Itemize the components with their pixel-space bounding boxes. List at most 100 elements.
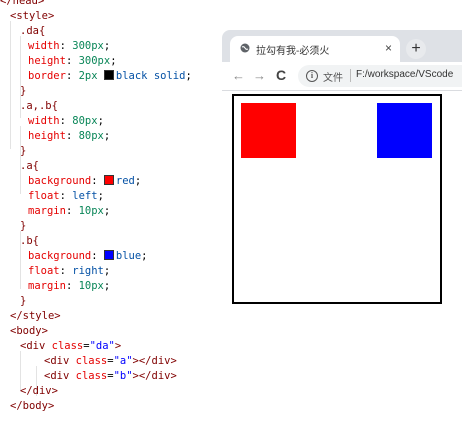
color-swatch-icon[interactable] (103, 175, 114, 185)
code-token: ></ (132, 355, 152, 367)
code-line: background: blue; (28, 249, 148, 264)
code-line: .b{ (20, 234, 39, 249)
code-token: div (26, 340, 52, 352)
code-line: <style> (10, 9, 54, 24)
browser-tab[interactable]: 拉勾有我-必须火 × (230, 36, 400, 62)
browser-window: 拉勾有我-必须火 × + ← → C i 文件 F:/workspace/VSc… (222, 30, 462, 439)
code-token: ; (103, 40, 111, 52)
code-token: div (151, 370, 171, 382)
code-line: } (20, 144, 26, 159)
code-line: } (20, 219, 26, 234)
code-token: body (22, 400, 48, 412)
code-token: : (65, 205, 79, 217)
code-token: } (20, 295, 27, 307)
code-token: div (50, 355, 76, 367)
code-token: border (28, 70, 66, 82)
code-token: class (75, 370, 108, 382)
red-box-a (241, 103, 296, 158)
code-token: body (16, 325, 42, 337)
code-token: : (59, 115, 73, 127)
code-token: </ (20, 385, 33, 397)
code-line: background: red; (28, 174, 141, 189)
code-token: "b" (113, 370, 133, 382)
code-token: background (28, 250, 92, 262)
code-token: ; (141, 250, 148, 262)
code-token: .a{ (20, 160, 39, 172)
code-token: ; (110, 55, 117, 67)
code-line: </body> (10, 399, 54, 414)
code-line: <body> (10, 324, 48, 339)
code-line: .da{ (20, 24, 45, 39)
code-token: ; (97, 115, 104, 127)
indent-guide (10, 21, 11, 149)
code-token: : (65, 55, 79, 67)
code-line: } (20, 294, 26, 309)
code-line: height: 300px; (28, 54, 117, 69)
code-token: ; (103, 265, 111, 277)
code-token: ></ (132, 370, 152, 382)
code-token: </ (0, 0, 13, 7)
color-swatch-icon[interactable] (103, 250, 114, 260)
tab-title: 拉勾有我-必须火 (256, 46, 330, 57)
new-tab-button[interactable]: + (406, 39, 426, 59)
info-icon[interactable]: i (306, 70, 318, 82)
code-token: 300px (78, 55, 111, 67)
code-line: <div class="b"></div> (44, 369, 177, 384)
code-line: float: left; (28, 189, 104, 204)
code-line: } (20, 84, 26, 99)
code-token: : (65, 130, 79, 142)
code-token: width (28, 115, 60, 127)
address-separator (350, 69, 351, 82)
code-token: > (54, 310, 61, 322)
code-token: .da{ (20, 25, 46, 37)
code-token: > (114, 340, 122, 352)
code-token: > (47, 10, 55, 22)
code-line: <div class="a"></div> (44, 354, 177, 369)
close-icon[interactable]: × (385, 41, 392, 55)
code-token: right (72, 265, 104, 277)
code-token: style (16, 10, 48, 22)
code-token: width (28, 40, 60, 52)
code-token: height (28, 55, 66, 67)
code-token: : (59, 265, 73, 277)
code-token: } (20, 145, 27, 157)
browser-toolbar: ← → C i 文件 F:/workspace/VScode (222, 62, 462, 91)
code-token: ; (185, 70, 192, 82)
code-line: float: right; (28, 264, 110, 279)
code-token: "a" (113, 355, 133, 367)
code-token: black solid (115, 70, 186, 82)
code-token: head (12, 0, 38, 7)
code-token: red (115, 175, 135, 187)
code-token: } (20, 85, 27, 97)
reload-icon[interactable]: C (276, 67, 286, 83)
code-line: border: 2px black solid; (28, 69, 192, 84)
code-token: </ (10, 400, 23, 412)
blue-box-b (377, 103, 432, 158)
code-token: > (170, 370, 177, 382)
back-arrow-icon[interactable]: ← (232, 68, 245, 83)
code-editor[interactable]: </head> <style> .da{width: 300px; height: 3… (0, 0, 222, 439)
code-token: background (28, 175, 92, 187)
address-bar[interactable]: i 文件 F:/workspace/VScode (298, 65, 462, 87)
code-token: 80px (78, 130, 104, 142)
code-line: margin: 10px; (28, 279, 110, 294)
container-box-da (232, 94, 442, 304)
globe-icon (240, 43, 250, 53)
code-token: height (28, 130, 66, 142)
forward-arrow-icon[interactable]: → (253, 68, 266, 83)
url-text[interactable]: F:/workspace/VScode (356, 69, 453, 80)
code-line: margin: 10px; (28, 204, 110, 219)
code-token: 80px (72, 115, 98, 127)
code-token: > (41, 325, 48, 337)
code-line: .a,.b{ (20, 99, 58, 114)
code-token: margin (28, 280, 66, 292)
code-token: div (32, 385, 52, 397)
code-token: .b{ (20, 235, 39, 247)
color-swatch-icon[interactable] (103, 70, 114, 80)
code-line: <div class="da"> (20, 339, 121, 354)
code-line: .a{ (20, 159, 39, 174)
tab-strip: 拉勾有我-必须火 × + (222, 30, 462, 62)
code-line: width: 300px; (28, 39, 110, 54)
code-line: </head> (0, 0, 44, 9)
code-token: ; (134, 175, 142, 187)
